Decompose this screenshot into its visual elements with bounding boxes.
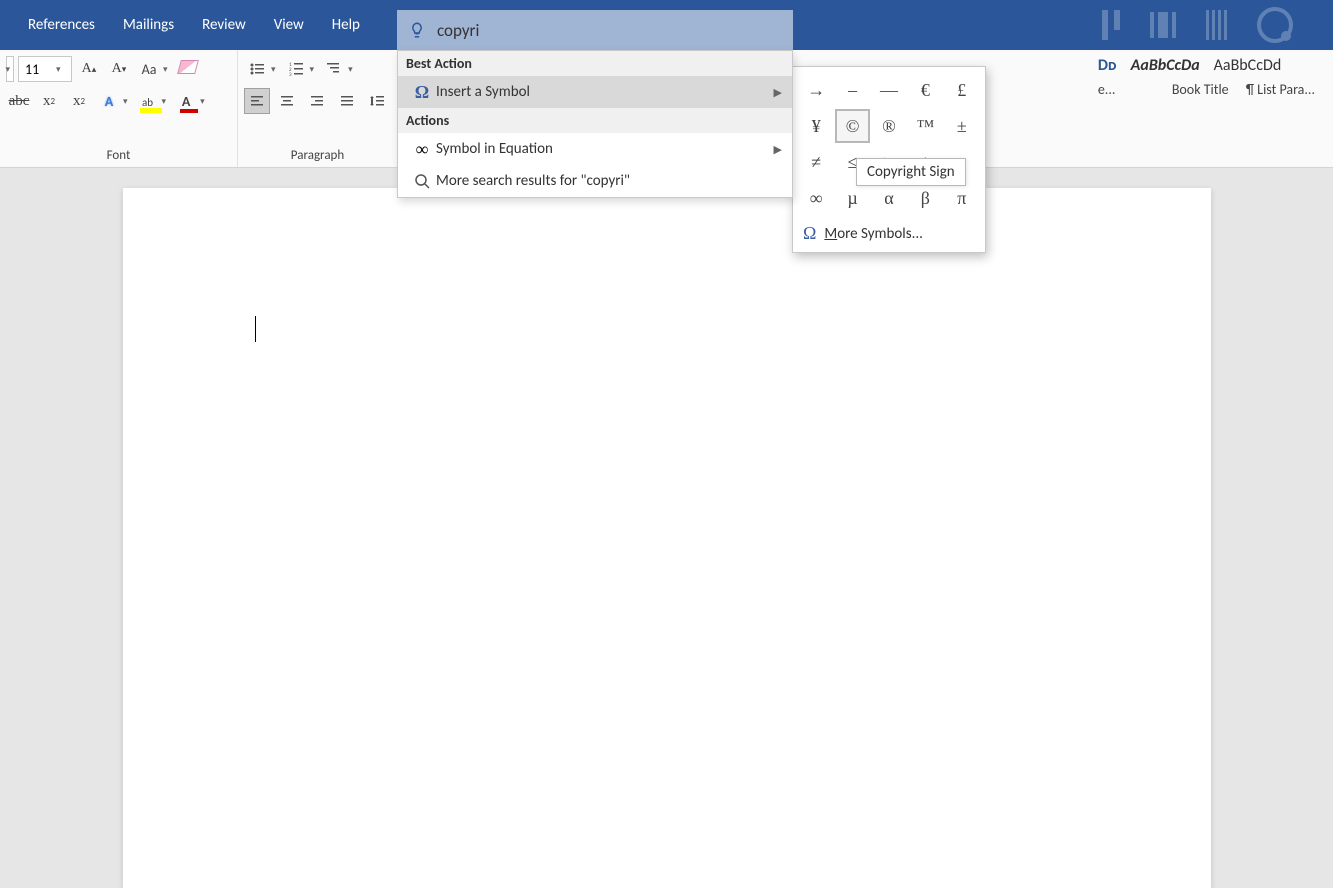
eraser-icon	[177, 60, 199, 74]
lightbulb-icon	[397, 10, 437, 50]
paragraph-group-label: Paragraph	[244, 146, 391, 165]
action-insert-symbol[interactable]: Ω Insert a Symbol ▶	[398, 76, 792, 108]
font-size-dropdown-icon[interactable]: ▾	[53, 64, 64, 75]
tooltip-copyright-sign: Copyright Sign	[856, 158, 966, 186]
symbol-cell[interactable]: →	[799, 73, 833, 107]
svg-text:3: 3	[289, 72, 292, 77]
style-preview-1[interactable]: Dᴅ	[1098, 56, 1117, 75]
symbol-cell[interactable]: µ	[835, 181, 869, 215]
font-name-dropdown[interactable]: ▾	[6, 56, 14, 82]
shrink-font-button[interactable]: A▾	[106, 56, 132, 82]
text-effects-button[interactable]: A▾	[96, 88, 131, 114]
title-accent	[1102, 0, 1333, 50]
symbol-cell[interactable]: —	[872, 73, 906, 107]
line-spacing-button[interactable]	[364, 88, 390, 114]
multilevel-list-button[interactable]: ▾	[321, 56, 356, 82]
align-center-icon	[279, 93, 295, 109]
multilevel-icon	[326, 61, 342, 77]
align-left-button[interactable]	[244, 88, 270, 114]
numbering-icon: 123	[288, 61, 304, 77]
search-icon	[408, 173, 436, 189]
highlighter-icon: ab	[142, 93, 153, 110]
align-right-button[interactable]	[304, 88, 330, 114]
tell-me-results-panel: Best Action Ω Insert a Symbol ▶ Actions …	[397, 50, 793, 198]
justify-button[interactable]	[334, 88, 360, 114]
tell-me-search[interactable]	[397, 10, 793, 50]
bullets-button[interactable]: ▾	[244, 56, 279, 82]
action-symbol-equation[interactable]: ∞ Symbol in Equation ▶	[398, 133, 792, 165]
menu-tabs: References Mailings Review View Help	[14, 0, 374, 50]
omega-icon: Ω	[803, 223, 816, 244]
symbol-cell[interactable]: ©	[835, 109, 869, 143]
font-color-button[interactable]: A ▾	[173, 88, 208, 114]
symbol-cell[interactable]: ®	[872, 109, 906, 143]
style-name-truncated[interactable]: e...	[1098, 81, 1158, 98]
submenu-arrow-icon: ▶	[774, 86, 782, 99]
omega-icon: Ω	[408, 82, 436, 103]
tab-help[interactable]: Help	[318, 0, 374, 50]
font-size-box[interactable]: ▾	[18, 56, 72, 82]
tell-me-input[interactable]	[437, 20, 793, 41]
superscript-button[interactable]: x2	[66, 88, 92, 114]
tell-me-actions-header: Actions	[398, 108, 792, 133]
bullets-icon	[249, 61, 265, 77]
document-page[interactable]	[123, 188, 1211, 888]
font-group: ▾ ▾ A▴ A▾ Aa▾ abc x2 x2 A▾	[0, 50, 238, 167]
font-color-icon: A	[182, 93, 190, 110]
tab-review[interactable]: Review	[188, 0, 260, 50]
change-case-button[interactable]: Aa▾	[136, 56, 171, 82]
align-center-button[interactable]	[274, 88, 300, 114]
title-bar: References Mailings Review View Help	[0, 0, 1333, 50]
styles-group: Dᴅ AaBbCcDa AaBbCcDd e... Book Title ¶ L…	[1090, 50, 1323, 104]
numbering-button[interactable]: 123▾	[283, 56, 318, 82]
grow-font-button[interactable]: A▴	[76, 56, 102, 82]
symbol-cell[interactable]: €	[908, 73, 942, 107]
symbol-cell[interactable]: ±	[945, 109, 979, 143]
text-cursor	[255, 316, 256, 342]
style-preview-book-title[interactable]: AaBbCcDa	[1131, 56, 1200, 75]
symbol-cell[interactable]: ¥	[799, 109, 833, 143]
tab-references[interactable]: References	[14, 0, 109, 50]
infinity-icon: ∞	[408, 139, 436, 160]
symbol-cell[interactable]: –	[835, 73, 869, 107]
symbol-cell[interactable]: ∞	[799, 181, 833, 215]
tab-mailings[interactable]: Mailings	[109, 0, 188, 50]
style-name-list-para[interactable]: ¶ List Para...	[1246, 81, 1315, 98]
symbol-cell[interactable]: ™	[908, 109, 942, 143]
tab-view[interactable]: View	[260, 0, 318, 50]
style-name-book-title[interactable]: Book Title	[1172, 81, 1232, 98]
paragraph-group: ▾ 123▾ ▾ Paragraph	[238, 50, 398, 167]
style-preview-list-para[interactable]: AaBbCcDd	[1214, 56, 1282, 75]
align-right-icon	[309, 93, 325, 109]
symbol-cell[interactable]: π	[945, 181, 979, 215]
justify-icon	[339, 93, 355, 109]
highlight-button[interactable]: ab ▾	[135, 88, 170, 114]
document-viewport	[0, 168, 1333, 813]
font-size-input[interactable]	[19, 61, 53, 78]
subscript-button[interactable]: x2	[36, 88, 62, 114]
font-group-label: Font	[6, 146, 231, 165]
clear-formatting-button[interactable]	[175, 54, 201, 80]
more-symbols-button[interactable]: Ω More Symbols...	[799, 215, 979, 246]
symbol-cell[interactable]: α	[872, 181, 906, 215]
action-more-results[interactable]: More search results for "copyri"	[398, 165, 792, 197]
align-left-icon	[249, 93, 265, 109]
symbol-cell[interactable]: β	[908, 181, 942, 215]
strikethrough-button[interactable]: abc	[6, 88, 32, 114]
line-spacing-icon	[369, 93, 385, 109]
symbol-cell[interactable]: ≠	[799, 145, 833, 179]
tell-me-best-action-header: Best Action	[398, 51, 792, 76]
symbol-grid: →–—€£¥©®™±≠≤≥÷×∞µαβπ	[799, 73, 979, 215]
submenu-arrow-icon: ▶	[774, 143, 782, 156]
symbol-cell[interactable]: £	[945, 73, 979, 107]
